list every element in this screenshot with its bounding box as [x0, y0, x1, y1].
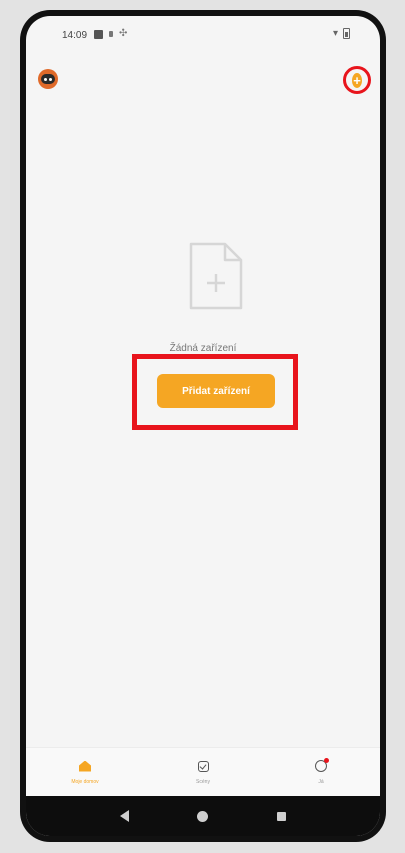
tab-label: Moje domov: [71, 778, 99, 785]
empty-state-message: Žádná zařízení: [169, 343, 237, 354]
tab-label: Scény: [196, 778, 210, 785]
status-time: 14:09: [62, 30, 88, 41]
recent-apps-icon[interactable]: [276, 811, 286, 821]
phone-frame: 14:09 ✣ ▾ + Žádná zařízení Přidat zaříze…: [20, 10, 386, 842]
battery-icon: [343, 28, 350, 39]
notification-icon: [94, 29, 103, 39]
home-circle-icon[interactable]: [197, 810, 209, 822]
plus-circle-icon: +: [352, 72, 362, 88]
app-screen: 14:09 ✣ ▾ + Žádná zařízení Přidat zaříze…: [26, 16, 380, 836]
checkbox-icon: [197, 760, 210, 773]
add-device-header-button[interactable]: +: [343, 66, 371, 94]
bottom-tab-bar: Moje domov Scény Já: [26, 747, 380, 796]
tab-scenes[interactable]: Scény: [144, 748, 262, 796]
add-device-button[interactable]: Přidat zařízení: [157, 374, 275, 408]
fan-icon: ✣: [119, 28, 128, 39]
wifi-icon: ▾: [332, 28, 338, 39]
status-bar: 14:09 ✣ ▾: [26, 16, 380, 54]
robot-avatar-icon[interactable]: [38, 69, 58, 89]
notification-dot-icon: [109, 31, 113, 37]
back-icon[interactable]: [120, 810, 130, 822]
status-notification-icons: ✣: [94, 29, 127, 39]
file-plus-icon: [189, 242, 243, 310]
profile-icon: [315, 758, 329, 773]
system-navigation-bar: [26, 796, 380, 836]
tab-label: Já: [318, 778, 324, 785]
tab-home[interactable]: Moje domov: [26, 748, 144, 796]
tab-me[interactable]: Já: [262, 748, 380, 796]
home-icon: [79, 760, 92, 773]
status-system-icons: ▾: [333, 28, 350, 39]
